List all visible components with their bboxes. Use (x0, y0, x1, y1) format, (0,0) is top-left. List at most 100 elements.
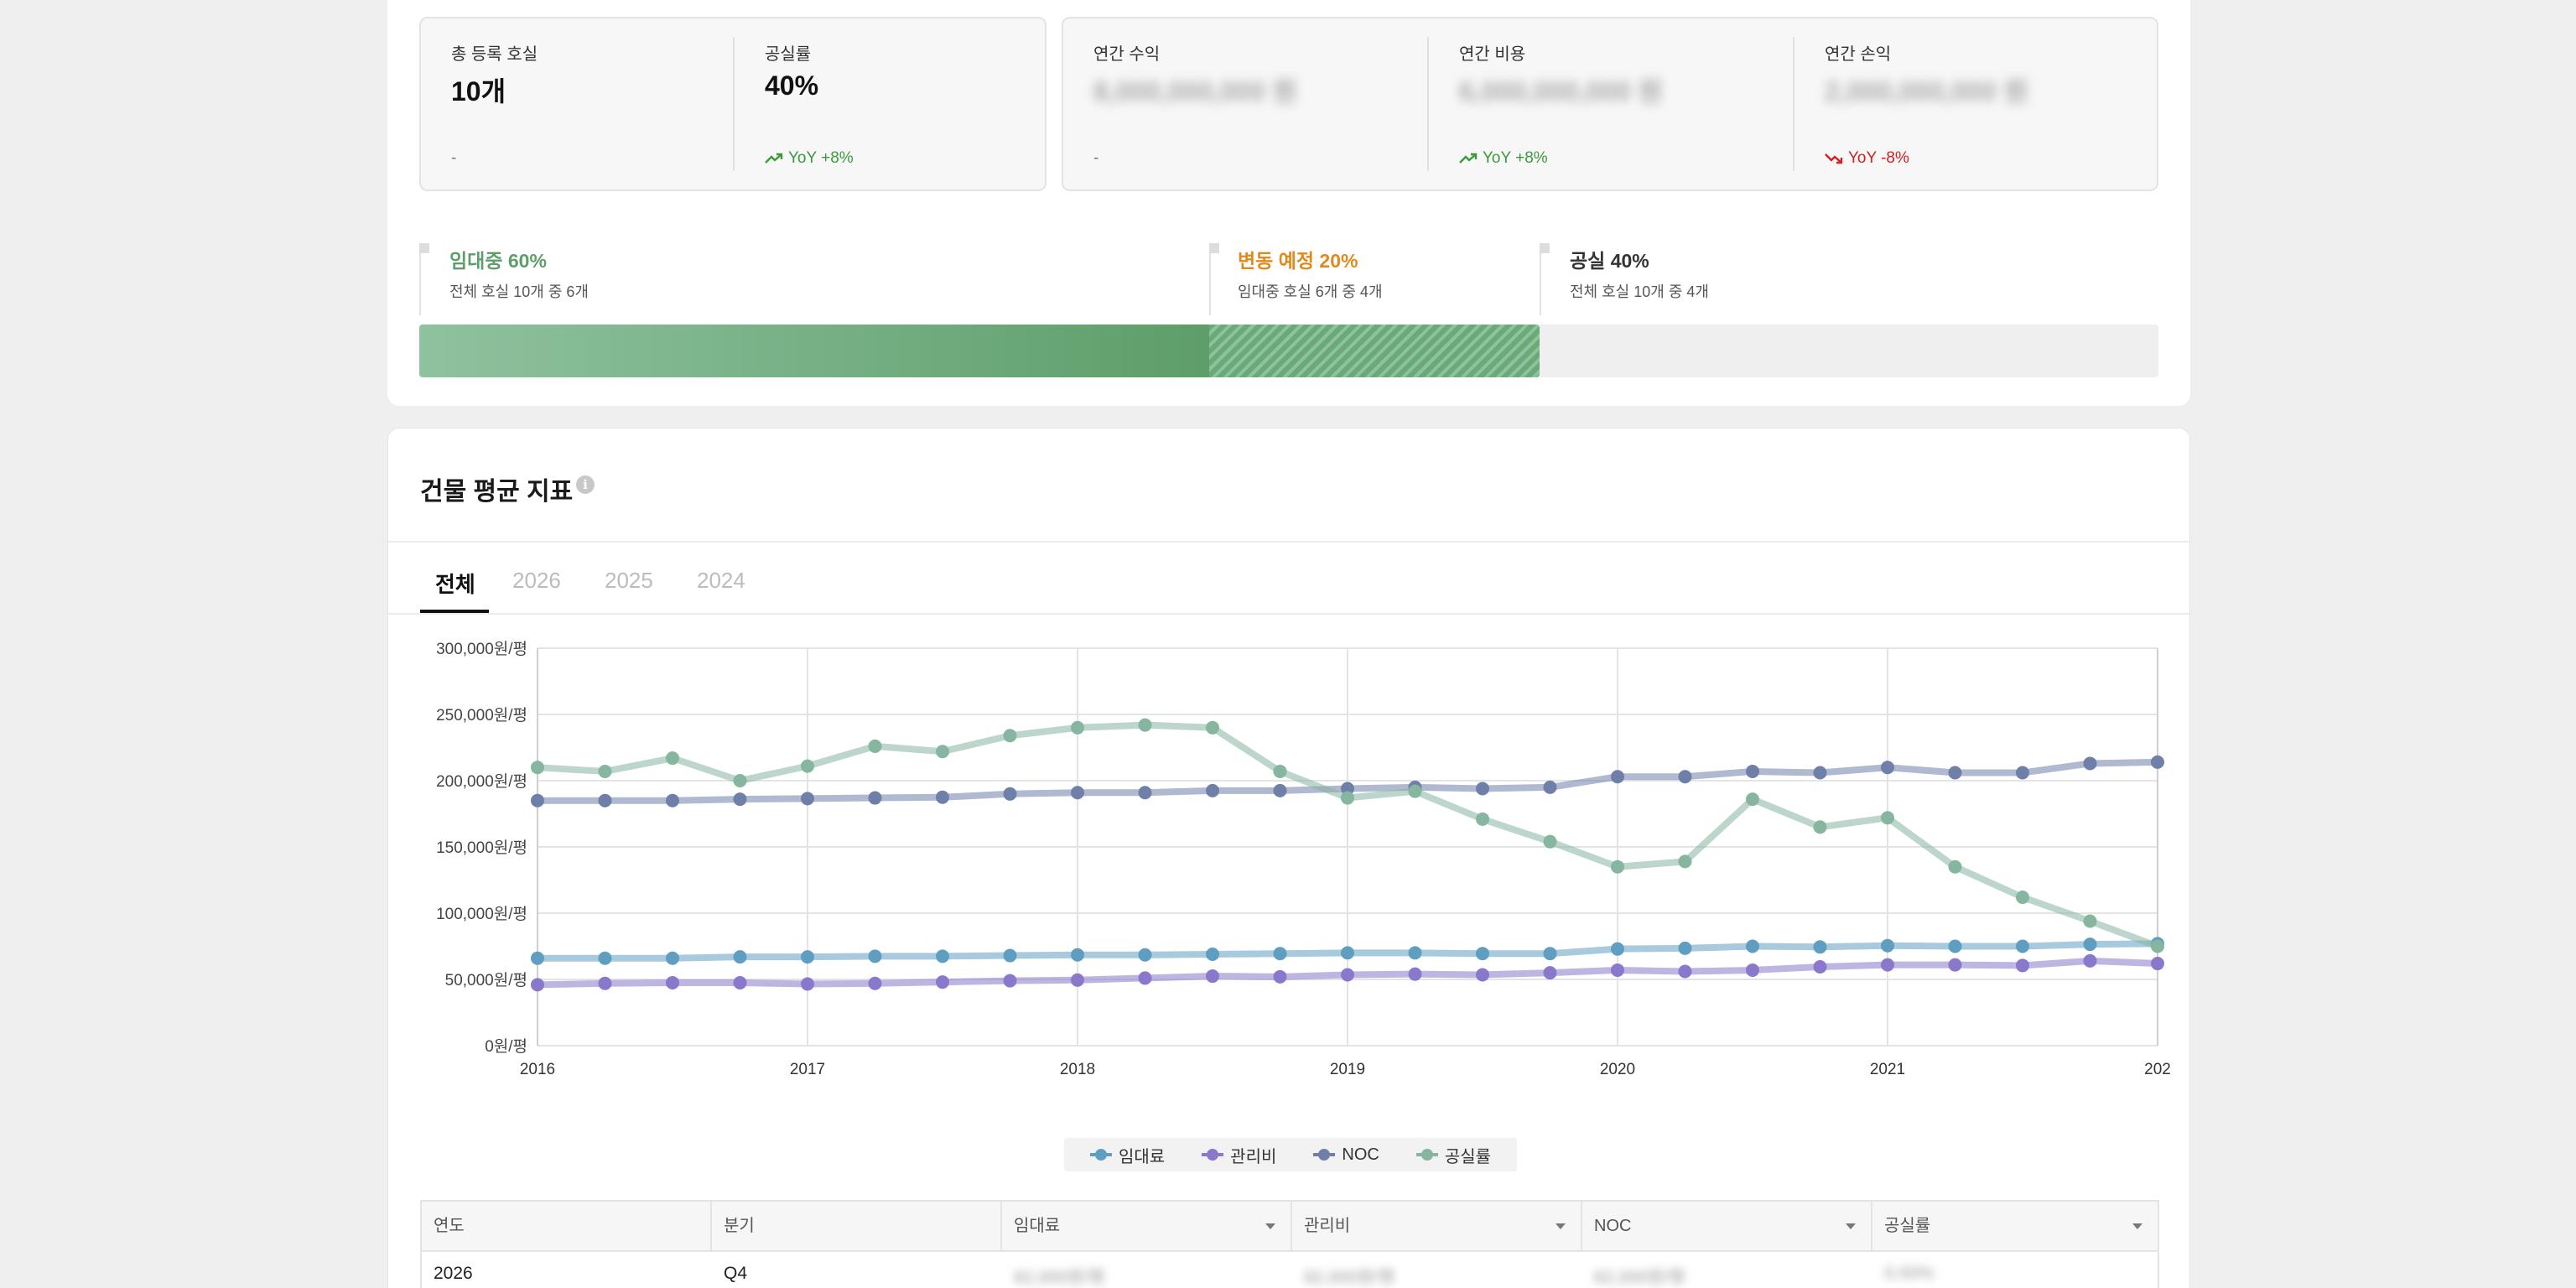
annual-income-label: 연간 수익 (1093, 45, 1161, 64)
section-title: 건물 평균 지표 (420, 478, 574, 506)
data-point (531, 951, 544, 965)
data-point (1273, 783, 1287, 797)
data-point (666, 793, 679, 808)
data-point (1206, 947, 1219, 961)
cell-quarter: Q4 (724, 1264, 748, 1283)
data-point (1341, 968, 1354, 982)
column-header-year[interactable]: 연도 (422, 1202, 712, 1250)
building-metrics-panel: 건물 평균 지표 i 전체 2026 2025 2024 0원/평 50,000원… (387, 428, 2190, 1288)
legend-marker (1313, 1149, 1336, 1161)
table-row[interactable]: 2026 Q4 82,000원/평 82,000원/평 82,000원/평 0.… (420, 1252, 2159, 1288)
tab-2025[interactable]: 2025 (605, 568, 653, 594)
legend-marker (1415, 1149, 1438, 1161)
data-point (1138, 718, 1152, 732)
column-label: 연도 (434, 1217, 465, 1235)
annual-pl-value: 2,000,000,000 원 (1825, 76, 2028, 106)
data-point (2083, 914, 2097, 928)
sort-dropdown-icon[interactable] (1265, 1223, 1275, 1229)
x-tick-label: 202 (2144, 1061, 2171, 1078)
column-header-vacancy[interactable]: 공실률 (1872, 1202, 2158, 1250)
legend-item-vacancy[interactable]: 공실률 (1415, 1143, 1491, 1167)
data-point (1138, 786, 1152, 800)
y-tick-label: 250,000원/평 (436, 706, 527, 724)
segment-marker (1540, 243, 1550, 253)
data-point (1408, 967, 1422, 981)
data-point (733, 975, 747, 989)
annual-income-foot: - (1093, 149, 1099, 167)
data-point (2083, 937, 2097, 952)
data-point (2151, 755, 2164, 769)
data-point (1881, 811, 1894, 825)
tab-all[interactable]: 전체 (435, 568, 475, 599)
legend-label: 관리비 (1230, 1147, 1277, 1166)
occupancy-vacant-sub: 전체 호실 10개 중 4개 (1570, 283, 1709, 300)
column-label: NOC (1594, 1217, 1632, 1235)
data-point (801, 950, 814, 964)
tab-2024[interactable]: 2024 (697, 568, 745, 594)
legend-item-rent[interactable]: 임대료 (1089, 1143, 1165, 1167)
legend-item-maintenance[interactable]: 관리비 (1202, 1143, 1276, 1167)
data-point (598, 793, 612, 808)
column-header-quarter[interactable]: 분기 (712, 1202, 1002, 1250)
data-point (1071, 720, 1084, 735)
column-header-noc[interactable]: NOC (1582, 1202, 1872, 1250)
data-point (1003, 729, 1017, 743)
divider (1427, 37, 1429, 171)
data-point (1881, 958, 1894, 972)
data-point (936, 975, 949, 989)
vacancy-yoy: YoY +8% (765, 149, 854, 168)
table-header: 연도 분기 임대료 관리비 NOC 공실률 (420, 1200, 2159, 1252)
data-point (1206, 783, 1219, 797)
sort-dropdown-icon[interactable] (2132, 1223, 2142, 1229)
vacancy-value: 40% (765, 70, 819, 101)
trend-up-icon (765, 153, 783, 164)
column-label: 분기 (724, 1217, 755, 1235)
divider (1793, 37, 1794, 171)
data-point (1206, 969, 1219, 984)
occupancy-leased-sub: 전체 호실 10개 중 6개 (449, 283, 589, 300)
trend-down-icon (1825, 153, 1843, 164)
column-header-rent[interactable]: 임대료 (1002, 1202, 1292, 1250)
annual-pl-label: 연간 손익 (1825, 45, 1892, 64)
divider (388, 541, 2189, 543)
data-point (1881, 761, 1894, 775)
sort-dropdown-icon[interactable] (1555, 1223, 1566, 1229)
data-point (1273, 969, 1287, 984)
data-point (2016, 766, 2029, 780)
data-point (1948, 766, 1962, 780)
data-point (868, 976, 882, 990)
data-point (2016, 891, 2029, 905)
annual-cost-yoy: YoY +8% (1459, 149, 1548, 168)
x-tick-label: 2017 (790, 1061, 825, 1078)
data-point (1341, 946, 1354, 960)
cell-noc: 82,000원/평 (1594, 1268, 1685, 1287)
annual-cost-value: 6,000,000,000 원 (1459, 76, 1663, 106)
column-header-maintenance[interactable]: 관리비 (1292, 1202, 1582, 1250)
data-point (1476, 968, 1489, 982)
data-point (1881, 938, 1894, 953)
data-point (1678, 854, 1692, 869)
cell-rent: 82,000원/평 (1014, 1268, 1105, 1287)
data-point (868, 739, 882, 753)
info-icon[interactable]: i (576, 475, 595, 494)
x-tick-label: 2019 (1330, 1061, 1365, 1078)
sort-dropdown-icon[interactable] (1846, 1223, 1856, 1229)
data-point (1138, 971, 1152, 985)
finance-summary-card: 연간 수익 8,000,000,000 원 - 연간 비용 6,000,000,… (1062, 17, 2158, 191)
column-label: 관리비 (1304, 1217, 1351, 1235)
data-point (1746, 792, 1759, 807)
occupancy-leased-title: 임대중 60% (449, 250, 547, 272)
data-point (1071, 786, 1084, 800)
data-point (1746, 764, 1759, 778)
vacancy-yoy-text: YoY +8% (788, 149, 854, 167)
data-point (1813, 940, 1827, 954)
segment-divider (419, 243, 421, 315)
data-point (1948, 939, 1962, 953)
data-point (1948, 860, 1962, 874)
legend-marker (1202, 1149, 1224, 1161)
tab-2026[interactable]: 2026 (512, 568, 561, 594)
data-point (1408, 946, 1422, 960)
data-point (1543, 966, 1557, 980)
legend-item-noc[interactable]: NOC (1313, 1145, 1379, 1165)
data-point (1543, 947, 1557, 961)
